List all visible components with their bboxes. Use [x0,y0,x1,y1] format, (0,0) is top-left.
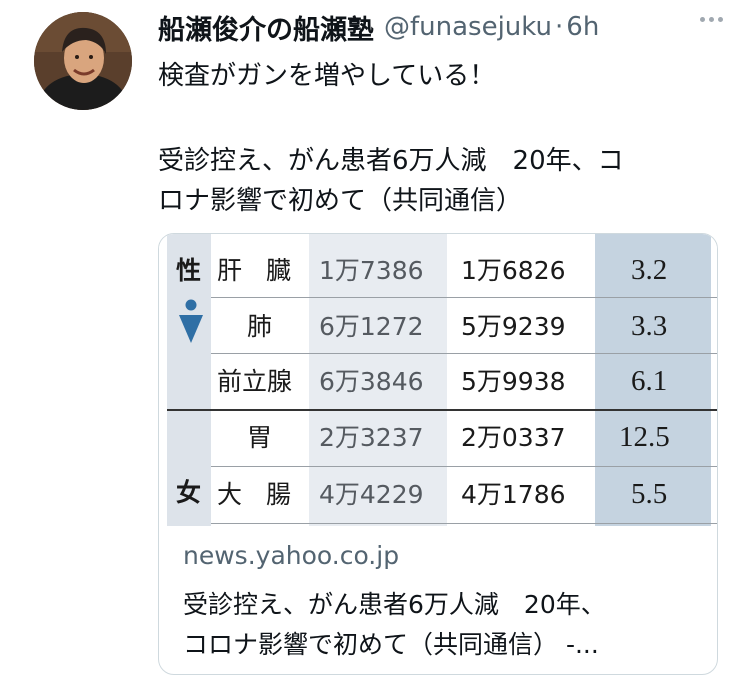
tweet-text-line: 検査がガンを増やしている！ [158,61,496,91]
row-divider [211,466,717,467]
card-title-line[interactable]: コロナ影響で初めて（共同通信） -... [183,625,599,661]
organ-label: 大腸 [217,480,316,509]
curr-count: 1万6826 [461,256,566,285]
card-domain[interactable]: news.yahoo.co.jp [183,541,399,570]
card-title-line[interactable]: 受診控え、がん患者6万人減 20年、 [183,585,606,621]
prev-count: 1万7386 [319,256,424,285]
decrease-ratio: 12.5 [619,421,670,453]
card-image-table: 性 女 肝臓 1万7386 1万6826 3.2 肺 6万1272 5万9239… [159,234,717,526]
tweet-text-line: 受診控え、がん患者6万人減 20年、コ [158,146,624,176]
tweet-header: 船瀬俊介の船瀬塾 @funasejuku · 6h [158,8,718,47]
organ-label: 肺 [247,312,273,341]
link-card[interactable]: 性 女 肝臓 1万7386 1万6826 3.2 肺 6万1272 5万9239… [158,233,718,675]
curr-count: 5万9239 [461,312,566,341]
avatar[interactable] [34,12,132,110]
separator: · [555,12,564,42]
prev-count: 2万3237 [319,423,424,452]
decrease-ratio: 5.5 [631,478,668,510]
more-options-icon[interactable] [700,14,726,24]
decrease-ratio: 6.1 [631,365,668,397]
tweet-text-line: ロナ影響で初めて（共同通信） [158,186,523,216]
prev-count: 6万1272 [319,312,424,341]
decrease-ratio: 3.3 [631,310,668,342]
organ-label: 前立腺 [217,367,293,396]
group-label-top: 性 [176,256,202,285]
male-icon [179,299,203,343]
prev-count: 4万4229 [319,480,424,509]
group-label-bottom: 女 [176,478,202,507]
timestamp[interactable]: 6h [566,12,599,42]
row-divider [211,523,717,524]
curr-count: 2万0337 [461,423,566,452]
row-divider [211,353,717,354]
organ-label: 肝臓 [217,256,316,285]
curr-count: 5万9938 [461,367,566,396]
profile-photo [34,12,132,110]
prev-count: 6万3846 [319,367,424,396]
user-handle[interactable]: @funasejuku [384,12,552,42]
decrease-ratio: 3.2 [631,254,668,286]
section-divider [167,409,717,411]
organ-label: 胃 [247,423,273,452]
display-name[interactable]: 船瀬俊介の船瀬塾 [158,8,374,47]
curr-count: 4万1786 [461,480,566,509]
row-divider [211,297,717,298]
